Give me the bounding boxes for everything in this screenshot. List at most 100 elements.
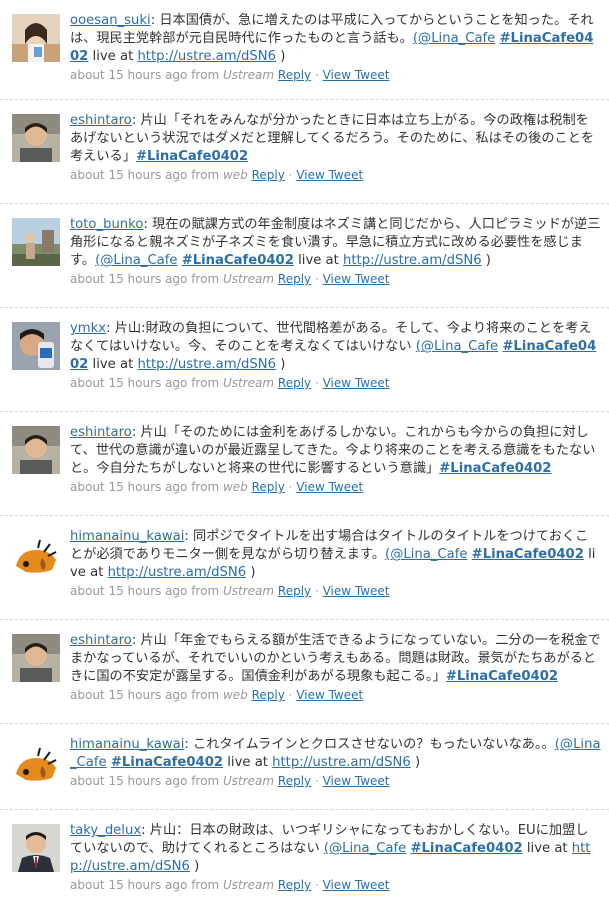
hashtag-link[interactable]: #LinaCafe0402 (136, 149, 248, 164)
tweet-item: eshintaro: 片山「そのためには金利をあげるしかない。これからも今からの… (0, 412, 609, 516)
tweet-text: eshintaro: 片山「そのためには金利をあげるしかない。これからも今からの… (70, 424, 601, 478)
from-text: from (187, 168, 223, 182)
ustream-url-link[interactable]: http://ustre.am/dSN6 (108, 565, 247, 580)
mention-link[interactable]: (@Lina_Cafe (385, 547, 467, 562)
username-link[interactable]: eshintaro (70, 113, 132, 128)
reply-link[interactable]: Reply (278, 376, 311, 390)
avatar-suit-man-photo[interactable] (12, 824, 60, 872)
hashtag-link[interactable]: #LinaCafe0402 (439, 461, 551, 476)
tweet-meta: about 15 hours ago from web Reply · View… (70, 479, 601, 495)
tweet-meta: about 15 hours ago from Ustream Reply · … (70, 67, 601, 83)
ustream-url-link[interactable]: http://ustre.am/dSN6 (137, 357, 276, 372)
meta-separator: · (284, 688, 297, 702)
from-text: from (187, 376, 223, 390)
live-at-text: live at (223, 755, 273, 770)
username-link[interactable]: eshintaro (70, 633, 132, 648)
tweet-meta: about 15 hours ago from Ustream Reply · … (70, 583, 601, 599)
tweet-text: eshintaro: 片山「それをみんなが分かったときに日本は立ち上がる。今の政… (70, 112, 601, 166)
reply-link[interactable]: Reply (278, 774, 311, 788)
avatar-man-photo[interactable] (12, 634, 60, 682)
username-link[interactable]: toto_bunko (70, 217, 143, 232)
source-label: Ustream (222, 878, 275, 892)
avatar-dog-cartoon[interactable] (12, 738, 60, 786)
tweet-item: himanainu_kawai: 同ポジでタイトルを出す場合はタイトルのタイトル… (0, 516, 609, 620)
meta-separator: · (311, 774, 323, 788)
avatar-man-photo[interactable] (12, 114, 60, 162)
timeline: ooesan_suki: 日本国債が、急に増えたのは平成に入ってからということを… (0, 0, 609, 897)
close-paren: ) (410, 755, 421, 770)
mention-link[interactable]: (@Lina_Cafe (95, 253, 177, 268)
reply-link[interactable]: Reply (278, 272, 311, 286)
tweet-text: ymkx: 片山:財政の負担について、世代間格差がある。そして、今より将来のこと… (70, 320, 601, 374)
tweet-text: toto_bunko: 現在の賦課方式の年金制度はネズミ講と同じだから、人口ピラ… (70, 216, 601, 270)
close-paren: ) (481, 253, 491, 268)
username-link[interactable]: ooesan_suki (70, 13, 151, 28)
mention-link[interactable]: (@Lina_Cafe (416, 339, 498, 354)
timestamp: about 15 hours ago (70, 688, 188, 702)
view-tweet-link[interactable]: View Tweet (323, 376, 390, 390)
from-text: from (187, 584, 223, 598)
view-tweet-link[interactable]: View Tweet (323, 68, 390, 82)
source-label: Ustream (222, 376, 275, 390)
view-tweet-link[interactable]: View Tweet (323, 272, 390, 286)
tweet-text: himanainu_kawai: これタイムラインとクロスさせないの？もったいな… (70, 736, 601, 772)
avatar-woman-photo[interactable] (12, 14, 60, 62)
hashtag-link[interactable]: #LinaCafe0402 (472, 547, 584, 562)
tweet-item: ooesan_suki: 日本国債が、急に増えたのは平成に入ってからということを… (0, 0, 609, 100)
meta-separator: · (311, 376, 323, 390)
close-paren: ) (189, 859, 200, 874)
timestamp: about 15 hours ago (70, 480, 188, 494)
timestamp: about 15 hours ago (70, 168, 188, 182)
from-text: from (187, 272, 223, 286)
view-tweet-link[interactable]: View Tweet (296, 688, 363, 702)
source-label: web (222, 688, 248, 702)
view-tweet-link[interactable]: View Tweet (323, 878, 390, 892)
username-link[interactable]: ymkx (70, 321, 106, 336)
mention-link[interactable]: (@Lina_Cafe (324, 841, 406, 856)
source-label: Ustream (222, 584, 275, 598)
avatar-dog-cartoon[interactable] (12, 530, 60, 578)
view-tweet-link[interactable]: View Tweet (323, 774, 390, 788)
hashtag-link[interactable]: #LinaCafe0402 (410, 841, 522, 856)
from-text: from (187, 688, 223, 702)
view-tweet-link[interactable]: View Tweet (296, 480, 363, 494)
username-link[interactable]: taky_delux (70, 823, 141, 838)
close-paren: ) (276, 357, 286, 372)
meta-separator: · (311, 272, 323, 286)
tweet-text: himanainu_kawai: 同ポジでタイトルを出す場合はタイトルのタイトル… (70, 528, 601, 582)
ustream-url-link[interactable]: http://ustre.am/dSN6 (272, 755, 411, 770)
timestamp: about 15 hours ago (70, 68, 188, 82)
close-paren: ) (276, 49, 286, 64)
avatar-man-photo[interactable] (12, 426, 60, 474)
live-at-text: live at (293, 253, 343, 268)
ustream-url-link[interactable]: http://ustre.am/dSN6 (343, 253, 482, 268)
username-link[interactable]: himanainu_kawai (70, 529, 184, 544)
tweet-item: eshintaro: 片山「それをみんなが分かったときに日本は立ち上がる。今の政… (0, 100, 609, 204)
tweet-meta: about 15 hours ago from web Reply · View… (70, 687, 601, 703)
username-link[interactable]: himanainu_kawai (70, 737, 184, 752)
hashtag-link[interactable]: #LinaCafe0402 (111, 755, 223, 770)
meta-separator: · (311, 584, 323, 598)
timestamp: about 15 hours ago (70, 878, 188, 892)
reply-link[interactable]: Reply (278, 68, 311, 82)
meta-separator: · (311, 878, 323, 892)
username-link[interactable]: eshintaro (70, 425, 132, 440)
reply-link[interactable]: Reply (278, 878, 311, 892)
hashtag-link[interactable]: #LinaCafe0402 (446, 669, 558, 684)
tweet-item: toto_bunko: 現在の賦課方式の年金制度はネズミ講と同じだから、人口ピラ… (0, 204, 609, 308)
reply-link[interactable]: Reply (252, 168, 285, 182)
view-tweet-link[interactable]: View Tweet (323, 584, 390, 598)
tweet-meta: about 15 hours ago from Ustream Reply · … (70, 877, 601, 893)
reply-link[interactable]: Reply (252, 480, 285, 494)
hashtag-link[interactable]: #LinaCafe0402 (182, 253, 294, 268)
reply-link[interactable]: Reply (278, 584, 311, 598)
reply-link[interactable]: Reply (252, 688, 285, 702)
source-label: Ustream (222, 68, 275, 82)
view-tweet-link[interactable]: View Tweet (296, 168, 363, 182)
meta-separator: · (284, 168, 297, 182)
mention-link[interactable]: (@Lina_Cafe (413, 31, 495, 46)
tweet-meta: about 15 hours ago from web Reply · View… (70, 167, 601, 183)
ustream-url-link[interactable]: http://ustre.am/dSN6 (137, 49, 276, 64)
avatar-landscape-photo[interactable] (12, 218, 60, 266)
avatar-drinking-photo[interactable] (12, 322, 60, 370)
